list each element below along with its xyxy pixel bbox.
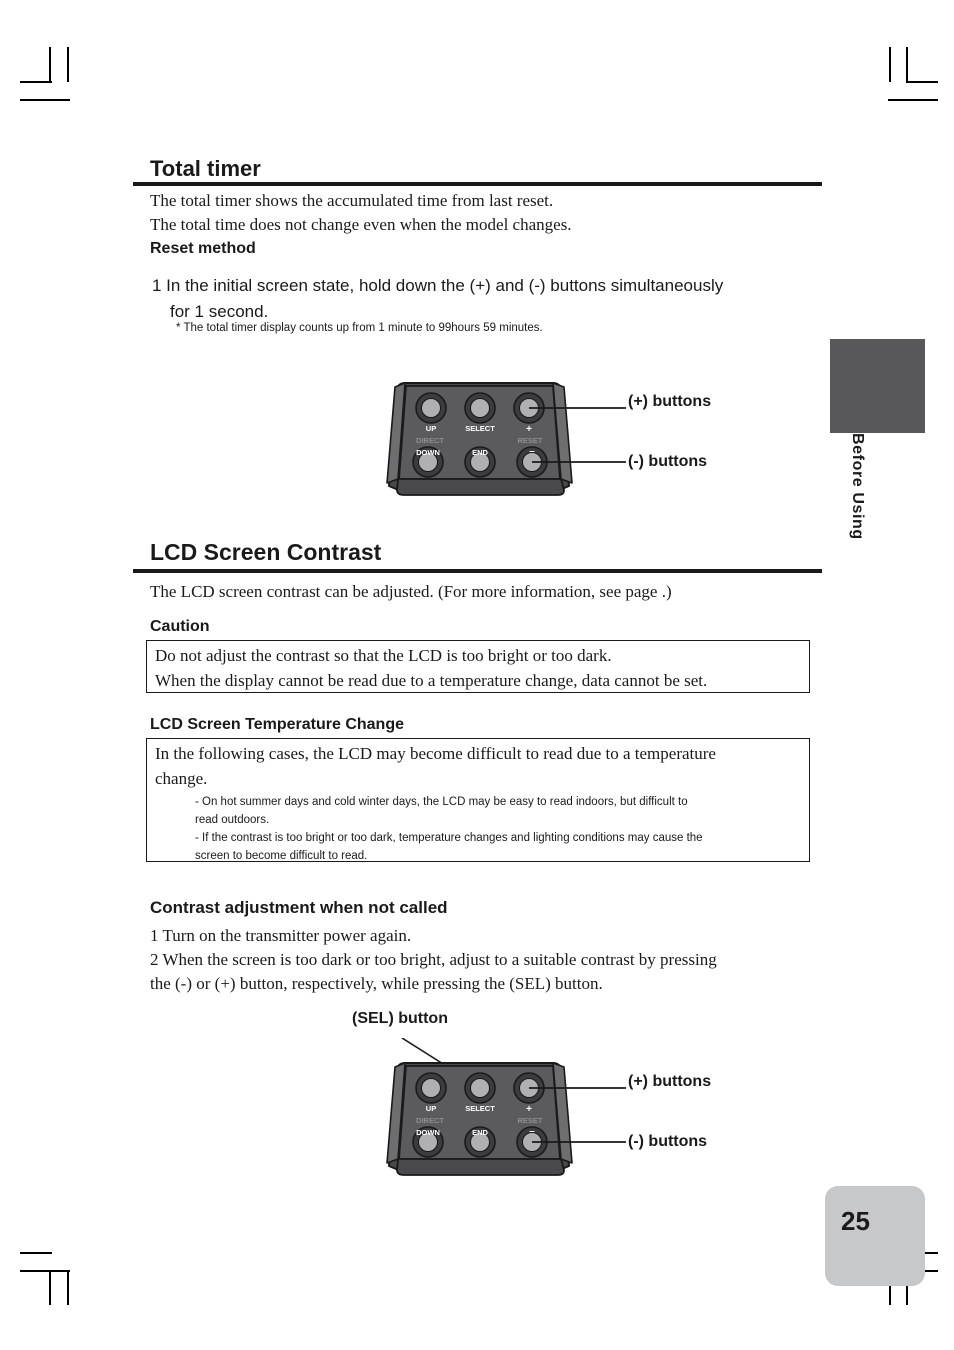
crop-mark-top-left <box>20 81 52 83</box>
total-timer-intro-line-1: The total timer shows the accumulated ti… <box>150 191 554 210</box>
callout-plus-buttons: (+) buttons <box>628 1073 712 1090</box>
crop-mark-bottom-left <box>20 1252 52 1254</box>
page-number-box <box>825 1186 925 1286</box>
total-timer-footnote: * The total timer display counts up from… <box>176 322 543 334</box>
svg-text:DOWN: DOWN <box>416 1128 440 1137</box>
crop-mark-bottom-left <box>49 1270 51 1305</box>
crop-mark-top-right <box>906 81 938 83</box>
svg-text:UP: UP <box>426 1104 436 1113</box>
page-number: 25 <box>841 1206 870 1236</box>
svg-text:DOWN: DOWN <box>416 448 440 457</box>
temp-note-1b: read outdoors. <box>195 814 270 826</box>
svg-text:+: + <box>526 1104 532 1115</box>
crop-mark-bottom-left <box>67 1270 69 1305</box>
adjust-step-2-line-1: 2 When the screen is too dark or too bri… <box>150 950 717 969</box>
callout-plus-buttons: (+) buttons <box>628 393 712 410</box>
crop-mark-top-left <box>67 47 69 82</box>
adjust-step-1: 1 Turn on the transmitter power again. <box>150 926 412 945</box>
crop-mark-top-right <box>906 47 908 82</box>
caution-heading: Caution <box>150 618 210 635</box>
caution-line-1: Do not adjust the contrast so that the L… <box>155 646 612 665</box>
svg-text:END: END <box>472 1128 488 1137</box>
svg-text:+: + <box>526 424 532 435</box>
svg-text:DIRECT: DIRECT <box>416 1116 444 1125</box>
keypad-diagram-contrast: UP SELECT + DIRECT RESET DOWN END – <box>386 1037 836 1183</box>
total-timer-intro-line-2: The total time does not change even when… <box>150 215 572 234</box>
temp-note-1: - On hot summer days and cold winter day… <box>195 796 688 808</box>
crop-mark-top-left <box>20 99 70 101</box>
svg-text:RESET: RESET <box>517 1116 542 1125</box>
svg-text:–: – <box>529 446 535 457</box>
crop-mark-top-right <box>889 47 891 82</box>
page-title-total-timer: Total timer <box>150 156 261 181</box>
svg-text:END: END <box>472 448 488 457</box>
svg-text:SELECT: SELECT <box>465 424 495 433</box>
crop-mark-bottom-left <box>20 1270 70 1272</box>
crop-mark-top-left <box>49 47 51 82</box>
callout-sel-button: (SEL) button <box>352 1010 448 1027</box>
temperature-change-box: In the following cases, the LCD may beco… <box>146 738 810 862</box>
svg-text:–: – <box>529 1126 535 1137</box>
svg-text:DIRECT: DIRECT <box>416 436 444 445</box>
section-rule <box>133 569 822 573</box>
svg-text:RESET: RESET <box>517 436 542 445</box>
reset-method-heading: Reset method <box>150 240 256 257</box>
lcd-contrast-intro: The LCD screen contrast can be adjusted.… <box>150 582 672 601</box>
caution-box: Do not adjust the contrast so that the L… <box>146 640 810 693</box>
temperature-change-heading: LCD Screen Temperature Change <box>150 716 404 733</box>
callout-minus-buttons: (-) buttons <box>628 453 708 470</box>
crop-mark-top-right <box>888 99 938 101</box>
side-tab-block <box>830 339 925 433</box>
callout-minus-buttons: (-) buttons <box>628 1133 708 1150</box>
svg-text:SELECT: SELECT <box>465 1104 495 1113</box>
svg-text:UP: UP <box>426 424 436 433</box>
temp-line-2: change. <box>155 769 208 788</box>
temp-line-1: In the following cases, the LCD may beco… <box>155 744 716 763</box>
contrast-adjustment-heading: Contrast adjustment when not called <box>150 898 448 917</box>
temp-note-2b: screen to become difficult to read. <box>195 850 368 862</box>
section-rule <box>133 182 822 186</box>
page-title-lcd-screen-contrast: LCD Screen Contrast <box>150 539 382 565</box>
keypad-diagram-total-timer: UP SELECT + DIRECT RESET DOWN END – <box>386 378 836 503</box>
temp-note-2: - If the contrast is too bright or too d… <box>195 832 703 844</box>
caution-line-2: When the display cannot be read due to a… <box>155 671 708 690</box>
adjust-step-2-line-2: the (-) or (+) button, respectively, whi… <box>150 974 603 993</box>
reset-step-1-line-1: 1 In the initial screen state, hold down… <box>152 276 724 295</box>
